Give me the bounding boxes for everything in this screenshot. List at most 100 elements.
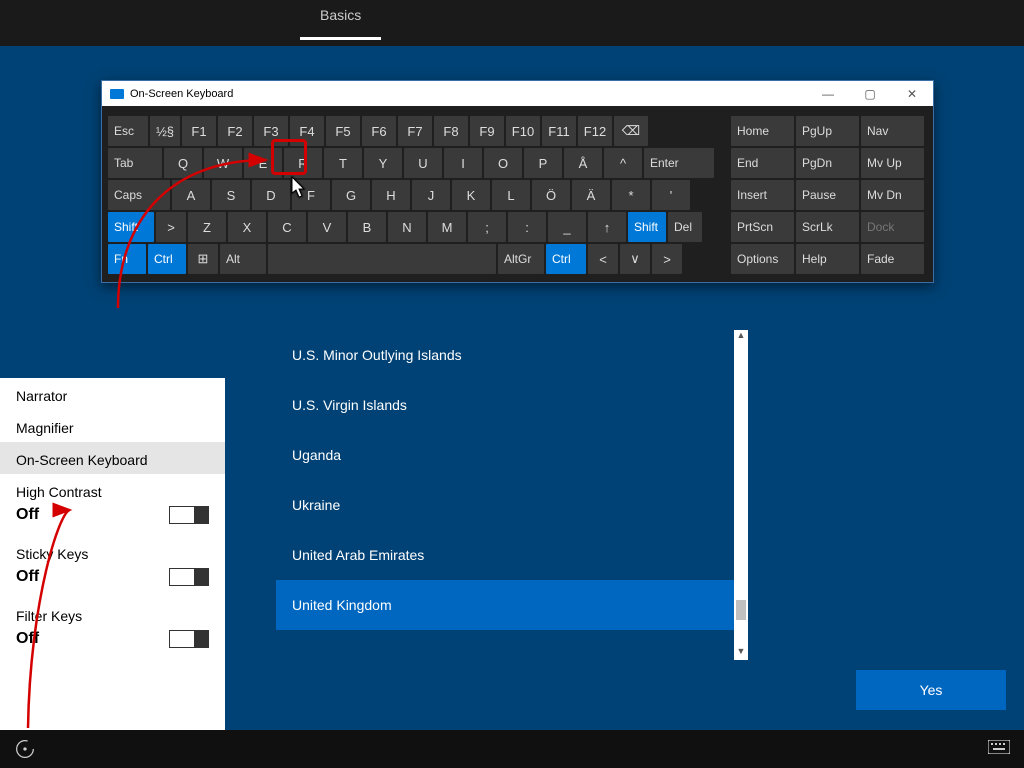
navkey-options[interactable]: Options: [731, 244, 794, 274]
key-esc[interactable]: Esc: [108, 116, 148, 146]
key-caps[interactable]: Caps: [108, 180, 170, 210]
ease-item-high-contrast[interactable]: High Contrast: [0, 474, 225, 506]
key-f5[interactable]: F5: [326, 116, 360, 146]
key-shift[interactable]: Shift: [628, 212, 666, 242]
key-w[interactable]: W: [204, 148, 242, 178]
osk-titlebar[interactable]: On-Screen Keyboard — ▢ ✕: [102, 81, 933, 106]
key-shift[interactable]: Shift: [108, 212, 154, 242]
key-f4[interactable]: F4: [290, 116, 324, 146]
key-c[interactable]: C: [268, 212, 306, 242]
key-d[interactable]: D: [252, 180, 290, 210]
scroll-up-icon[interactable]: ▲: [734, 330, 748, 344]
tab-basics[interactable]: Basics: [300, 7, 381, 40]
key-i[interactable]: I: [444, 148, 482, 178]
maximize-button[interactable]: ▢: [849, 87, 891, 101]
ease-item-on-screen-keyboard[interactable]: On-Screen Keyboard: [0, 442, 225, 474]
key-t[interactable]: T: [324, 148, 362, 178]
key-[interactable]: Ä: [572, 180, 610, 210]
key-f3[interactable]: F3: [254, 116, 288, 146]
minimize-button[interactable]: —: [807, 87, 849, 101]
navkey-mvup[interactable]: Mv Up: [861, 148, 924, 178]
key-s[interactable]: S: [212, 180, 250, 210]
toggle-switch[interactable]: [169, 630, 209, 648]
close-button[interactable]: ✕: [891, 87, 933, 101]
key-z[interactable]: Z: [188, 212, 226, 242]
key-f12[interactable]: F12: [578, 116, 612, 146]
key-r[interactable]: R: [284, 148, 322, 178]
key-[interactable]: ↑: [588, 212, 626, 242]
key-f10[interactable]: F10: [506, 116, 540, 146]
navkey-insert[interactable]: Insert: [731, 180, 794, 210]
scrollbar[interactable]: ▲ ▼: [734, 330, 748, 660]
yes-button[interactable]: Yes: [856, 670, 1006, 710]
country-list[interactable]: U.S. Minor Outlying IslandsU.S. Virgin I…: [276, 330, 734, 660]
ease-item-sticky-keys[interactable]: Sticky Keys: [0, 536, 225, 568]
country-u-s-minor-outlying-islands[interactable]: U.S. Minor Outlying Islands: [276, 330, 734, 380]
ease-of-access-button[interactable]: [6, 734, 44, 764]
key-l[interactable]: L: [492, 180, 530, 210]
key-alt[interactable]: Alt: [220, 244, 266, 274]
key-u[interactable]: U: [404, 148, 442, 178]
navkey-pause[interactable]: Pause: [796, 180, 859, 210]
key-p[interactable]: P: [524, 148, 562, 178]
key-n[interactable]: N: [388, 212, 426, 242]
key-[interactable]: <: [588, 244, 618, 274]
key-[interactable]: ': [652, 180, 690, 210]
key-x[interactable]: X: [228, 212, 266, 242]
key-[interactable]: ⌫: [614, 116, 648, 146]
key-del[interactable]: Del: [668, 212, 702, 242]
key-[interactable]: Ö: [532, 180, 570, 210]
key-[interactable]: ^: [604, 148, 642, 178]
key-f1[interactable]: F1: [182, 116, 216, 146]
key-space[interactable]: [268, 244, 496, 274]
ease-item-narrator[interactable]: Narrator: [0, 378, 225, 410]
key-h[interactable]: H: [372, 180, 410, 210]
key-a[interactable]: A: [172, 180, 210, 210]
navkey-end[interactable]: End: [731, 148, 794, 178]
navkey-pgdn[interactable]: PgDn: [796, 148, 859, 178]
toggle-switch[interactable]: [169, 506, 209, 524]
key-[interactable]: ∨: [620, 244, 650, 274]
ease-item-filter-keys[interactable]: Filter Keys: [0, 598, 225, 630]
toggle-switch[interactable]: [169, 568, 209, 586]
key-f11[interactable]: F11: [542, 116, 576, 146]
navkey-mvdn[interactable]: Mv Dn: [861, 180, 924, 210]
key-[interactable]: ⊞: [188, 244, 218, 274]
navkey-dock[interactable]: Dock: [861, 212, 924, 242]
key-f6[interactable]: F6: [362, 116, 396, 146]
key-m[interactable]: M: [428, 212, 466, 242]
key-f[interactable]: F: [292, 180, 330, 210]
navkey-nav[interactable]: Nav: [861, 116, 924, 146]
key-[interactable]: ½§: [150, 116, 180, 146]
scroll-down-icon[interactable]: ▼: [734, 646, 748, 660]
key-[interactable]: >: [156, 212, 186, 242]
country-uganda[interactable]: Uganda: [276, 430, 734, 480]
navkey-fade[interactable]: Fade: [861, 244, 924, 274]
scroll-thumb[interactable]: [736, 600, 746, 620]
key-fn[interactable]: Fn: [108, 244, 146, 274]
key-enter[interactable]: Enter: [644, 148, 714, 178]
key-ctrl[interactable]: Ctrl: [546, 244, 586, 274]
navkey-scrlk[interactable]: ScrLk: [796, 212, 859, 242]
country-united-arab-emirates[interactable]: United Arab Emirates: [276, 530, 734, 580]
key-y[interactable]: Y: [364, 148, 402, 178]
key-v[interactable]: V: [308, 212, 346, 242]
navkey-prtscn[interactable]: PrtScn: [731, 212, 794, 242]
key-g[interactable]: G: [332, 180, 370, 210]
key-ctrl[interactable]: Ctrl: [148, 244, 186, 274]
key-f2[interactable]: F2: [218, 116, 252, 146]
key-[interactable]: _: [548, 212, 586, 242]
key-f9[interactable]: F9: [470, 116, 504, 146]
country-u-s-virgin-islands[interactable]: U.S. Virgin Islands: [276, 380, 734, 430]
key-f7[interactable]: F7: [398, 116, 432, 146]
key-b[interactable]: B: [348, 212, 386, 242]
key-k[interactable]: K: [452, 180, 490, 210]
key-f8[interactable]: F8: [434, 116, 468, 146]
key-[interactable]: Å: [564, 148, 602, 178]
key-o[interactable]: O: [484, 148, 522, 178]
key-tab[interactable]: Tab: [108, 148, 162, 178]
key-j[interactable]: J: [412, 180, 450, 210]
key-altgr[interactable]: AltGr: [498, 244, 544, 274]
ease-item-magnifier[interactable]: Magnifier: [0, 410, 225, 442]
key-e[interactable]: E: [244, 148, 282, 178]
